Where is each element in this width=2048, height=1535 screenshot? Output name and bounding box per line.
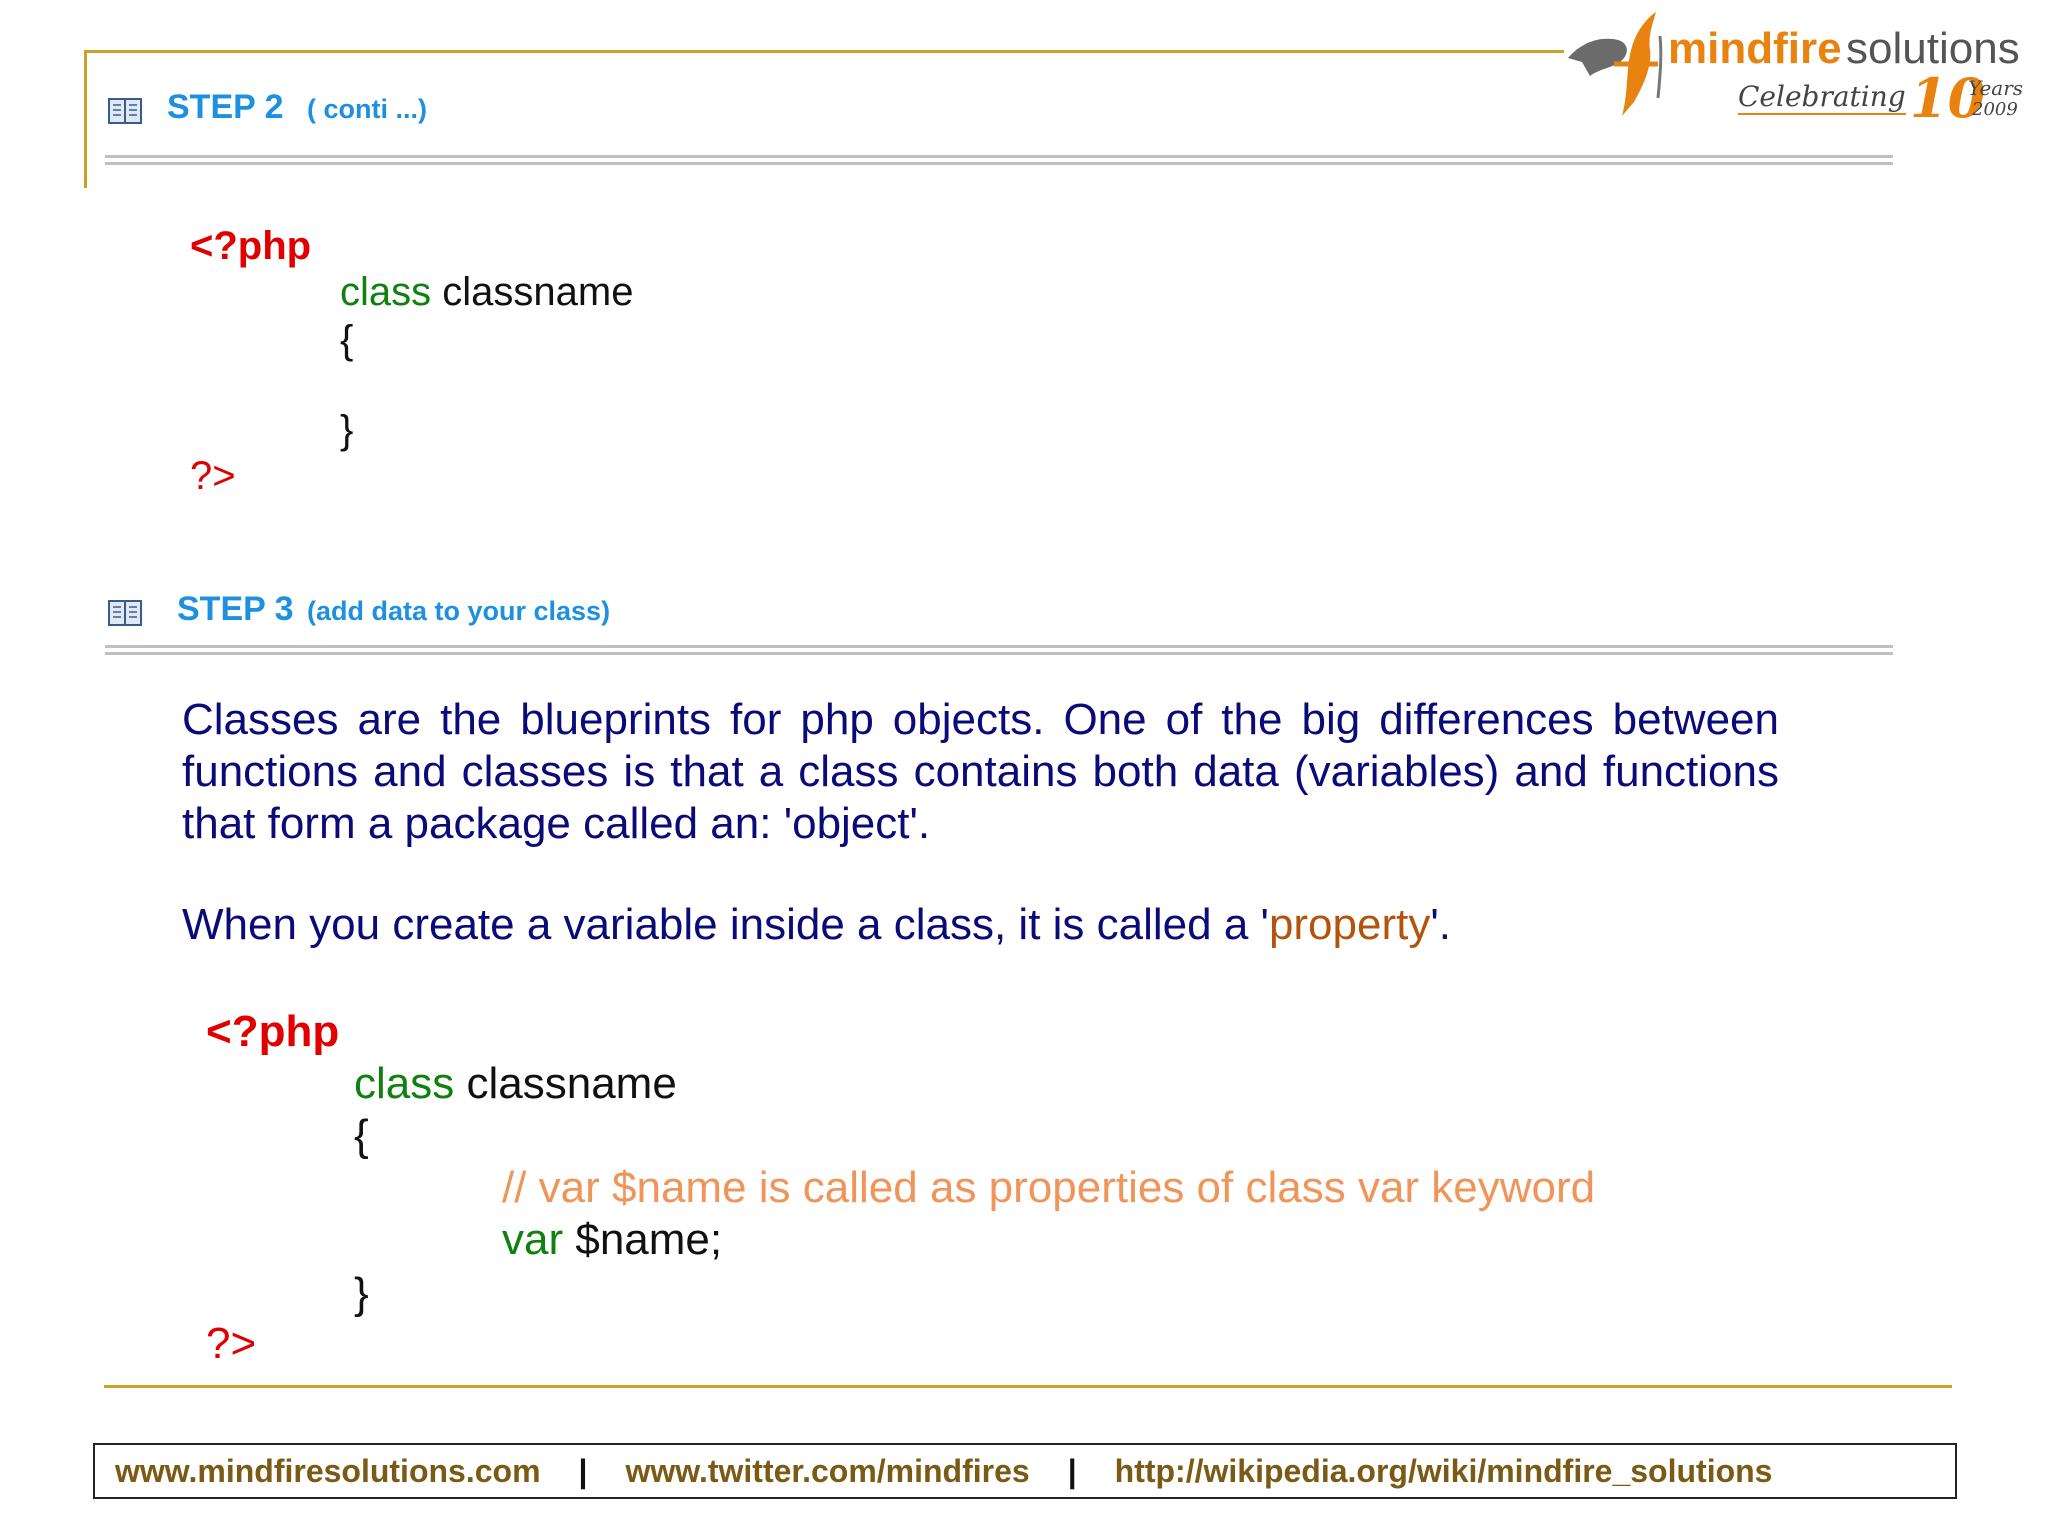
step2-divider	[105, 155, 1893, 165]
class-keyword: class	[354, 1059, 455, 1108]
open-book-icon	[108, 98, 142, 124]
step3-close-tag: ?>	[206, 1319, 257, 1368]
step2-subtitle: ( conti ...)	[307, 94, 427, 124]
step3-brace-close: }	[354, 1269, 369, 1318]
step3-divider	[105, 645, 1893, 655]
footer-separator: |	[1067, 1452, 1077, 1489]
company-logo: mindfire solutions Celebrating 10 Years …	[1560, 6, 2023, 130]
footer-links: www.mindfiresolutions.com | www.twitter.…	[93, 1443, 1957, 1499]
class-name: classname	[466, 1059, 677, 1108]
step3-subtitle: (add data to your class)	[307, 596, 611, 626]
step3-paragraph: Classes are the blueprints for php objec…	[182, 695, 1779, 848]
step2-heading: STEP 2 ( conti ...)	[167, 88, 427, 127]
bottom-frame-line	[104, 1385, 1952, 1388]
open-book-icon	[108, 600, 142, 626]
mindfire-flame-logo-icon	[1568, 12, 1663, 116]
step2-code-class-line: class classname	[340, 272, 633, 312]
step3-heading: STEP 3 (add data to your class)	[177, 590, 610, 629]
logo-tagline: Celebrating	[1738, 80, 1906, 115]
footer-link-wikipedia[interactable]: http://wikipedia.org/wiki/mindfire_solut…	[1115, 1453, 1773, 1490]
php-open-tag: <?php	[206, 1007, 340, 1056]
step3-brace-open: {	[354, 1111, 369, 1160]
top-frame-line	[84, 50, 1564, 53]
step3-title: STEP 3	[177, 590, 294, 628]
property-sentence-after: '.	[1430, 900, 1451, 949]
step3-code-var-line: var $name;	[502, 1218, 722, 1262]
step2-brace-close: }	[340, 408, 354, 452]
logo-brand-primary: mindfire	[1668, 24, 1842, 73]
step2-title: STEP 2	[167, 88, 284, 126]
logo-years-label: Years	[1968, 76, 2024, 100]
property-sentence: When you create a variable inside a clas…	[182, 900, 1451, 950]
step2-close-tag: ?>	[190, 454, 236, 498]
php-open-tag: <?php	[190, 224, 312, 268]
class-name: classname	[442, 270, 634, 314]
step2-code-open-tag: <?php	[190, 226, 311, 266]
property-highlight: property	[1268, 900, 1431, 949]
footer-separator: |	[578, 1452, 588, 1489]
property-sentence-before: When you create a variable inside a clas…	[182, 900, 1269, 949]
step3-code-class-line: class classname	[354, 1062, 677, 1106]
logo-years-year: 2009	[1972, 99, 2018, 120]
step3-code-open-tag: <?php	[206, 1010, 339, 1054]
step2-brace-open: {	[340, 318, 354, 362]
left-frame-line	[84, 50, 87, 188]
var-keyword: var	[502, 1215, 564, 1264]
footer-link-twitter[interactable]: www.twitter.com/mindfires	[625, 1453, 1029, 1490]
var-name: $name;	[575, 1215, 723, 1264]
class-keyword: class	[340, 270, 432, 314]
code-comment: // var $name is called as properties of …	[502, 1163, 1596, 1212]
footer-link-website[interactable]: www.mindfiresolutions.com	[115, 1453, 541, 1490]
